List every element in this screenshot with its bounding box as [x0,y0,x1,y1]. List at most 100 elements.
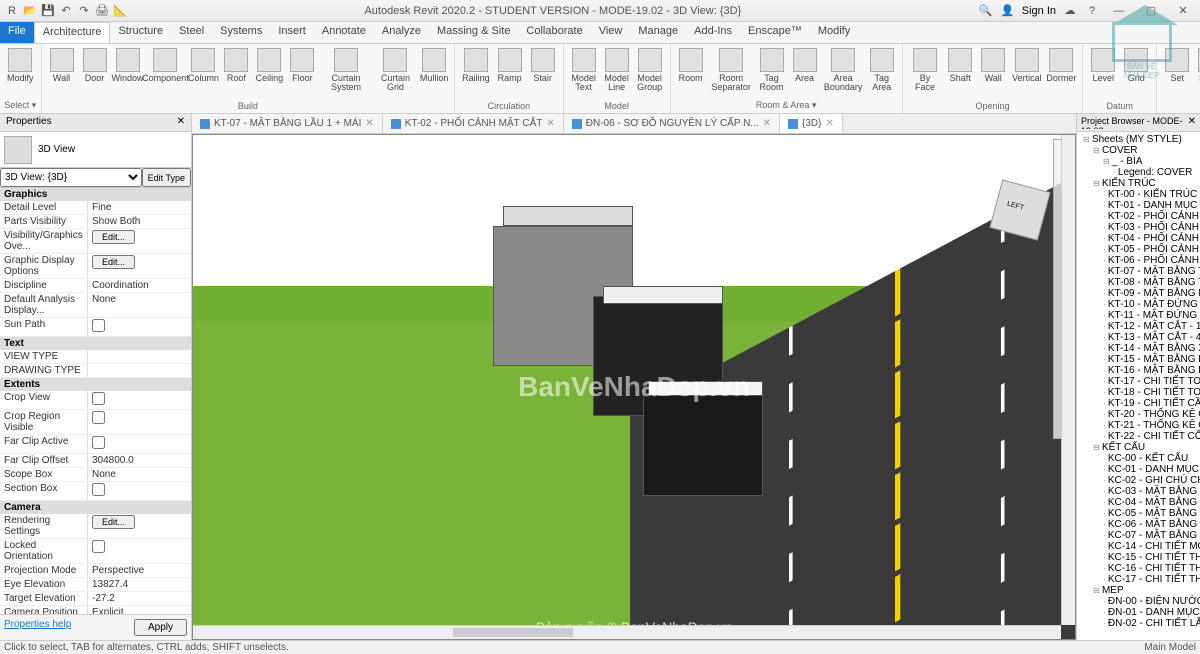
tab-steel[interactable]: Steel [171,22,212,43]
prop-edit-button[interactable]: Edit... [92,230,135,244]
tree-node[interactable]: COVER [1079,145,1198,156]
tree-node[interactable]: KT-00 - KIẾN TRÚC [1079,189,1198,200]
instance-selector[interactable]: 3D View: {3D} [0,168,142,187]
tab-systems[interactable]: Systems [212,22,270,43]
ribbon-areaboundary[interactable]: Area Boundary [822,46,865,99]
apply-button[interactable]: Apply [134,619,187,636]
ribbon-curtaingrid[interactable]: Curtain Grid [374,46,417,100]
ribbon-column[interactable]: Column [187,46,219,100]
prop-value[interactable]: 13827.4 [88,578,191,591]
prop-value[interactable]: Explicit [88,606,191,614]
ribbon-modify[interactable]: Modify [4,46,37,99]
tree-node[interactable]: KT-17 - CHI TIẾT TOILET [1079,376,1198,387]
ribbon-modelline[interactable]: Model Line [601,46,633,100]
prop-value[interactable] [88,364,191,377]
ribbon-modeltext[interactable]: Model Text [568,46,600,100]
user-icon[interactable]: 👤 [1000,3,1016,19]
search-icon[interactable]: 🔍 [978,3,994,19]
tree-node[interactable]: ĐN-01 - DANH MỤC BẢ [1079,607,1198,618]
ribbon-mullion[interactable]: Mullion [418,46,450,100]
tree-node[interactable]: MEP [1079,585,1198,596]
ribbon-vertical[interactable]: Vertical [1010,46,1043,100]
tab-architecture[interactable]: Architecture [34,22,111,43]
prop-section[interactable]: Camera [0,501,191,514]
properties-type-selector[interactable]: 3D View [0,132,191,168]
prop-value[interactable]: -27.2 [88,592,191,605]
tree-node[interactable]: _ - BÌA [1079,156,1198,167]
tree-node[interactable]: KT-10 - MẶT ĐỨNG PH [1079,299,1198,310]
prop-value[interactable] [88,410,191,434]
prop-value[interactable]: None [88,468,191,481]
tab-collaborate[interactable]: Collaborate [518,22,590,43]
prop-checkbox[interactable] [92,392,105,405]
ribbon-wall[interactable]: Wall [977,46,1009,100]
tree-node[interactable]: KT-11 - MẶT ĐỨNG TRA [1079,310,1198,321]
tree-node[interactable]: KT-20 - THỐNG KÊ CỬ [1079,409,1198,420]
prop-checkbox[interactable] [92,411,105,424]
tab-enscape[interactable]: Enscape™ [740,22,810,43]
tree-node[interactable]: KT-12 - MẶT CẮT - 1, 2 [1079,321,1198,332]
tree-node[interactable]: KC-17 - CHI TIẾT THÉP L [1079,574,1198,585]
ribbon-component[interactable]: Component [145,46,187,100]
tree-node[interactable]: KC-00 - KẾT CẤU [1079,453,1198,464]
ribbon-window[interactable]: Window [112,46,144,100]
prop-value[interactable] [88,350,191,363]
tree-node[interactable]: Sheets (MY STYLE) [1079,134,1198,145]
prop-value[interactable]: Perspective [88,564,191,577]
ribbon-railing[interactable]: Railing [459,46,493,100]
ribbon-roof[interactable]: Roof [220,46,252,100]
prop-value[interactable]: Edit... [88,254,191,278]
tab-analyze[interactable]: Analyze [374,22,429,43]
tab-structure[interactable]: Structure [110,22,171,43]
browser-close-icon[interactable]: ✕ [1188,116,1196,129]
prop-section[interactable]: Text [0,337,191,350]
tab-massingsite[interactable]: Massing & Site [429,22,518,43]
ribbon-floor[interactable]: Floor [286,46,318,100]
prop-checkbox[interactable] [92,319,105,332]
ribbon-room[interactable]: Room [675,46,707,99]
tree-node[interactable]: ĐN-00 - ĐIỆN NƯỚC, Đ [1079,596,1198,607]
doctab[interactable]: KT-07 - MẶT BẰNG LẦU 1 + MÁI✕ [192,114,383,133]
prop-section[interactable]: Graphics [0,188,191,201]
ribbon-tagarea[interactable]: Tag Area [866,46,898,99]
tree-node[interactable]: KC-14 - CHI TIẾT MÓN [1079,541,1198,552]
ribbon-area[interactable]: Area [789,46,821,99]
prop-edit-button[interactable]: Edit... [92,255,135,269]
tree-node[interactable]: ĐN-02 - CHI TIẾT LẮP Đ [1079,618,1198,629]
ribbon-wall[interactable]: Wall [46,46,78,100]
tab-manage[interactable]: Manage [630,22,686,43]
measure-icon[interactable]: 📐 [112,3,128,19]
tree-node[interactable]: Legend: COVER [1079,167,1198,178]
tree-node[interactable]: KT-02 - PHỐI CẢNH [1079,211,1198,222]
tree-node[interactable]: KC-06 - MẶT BẰNG DẦ [1079,519,1198,530]
undo-icon[interactable]: ↶ [58,3,74,19]
tree-node[interactable]: KC-02 - GHI CHÚ CHUN [1079,475,1198,486]
tab-annotate[interactable]: Annotate [314,22,374,43]
signin-link[interactable]: Sign In [1022,5,1056,17]
prop-value[interactable]: Edit... [88,514,191,538]
save-icon[interactable]: 💾 [40,3,56,19]
ribbon-dormer[interactable]: Dormer [1045,46,1079,100]
tree-node[interactable]: KT-19 - CHI TIẾT CẦU TH [1079,398,1198,409]
tree-node[interactable]: KT-15 - MẶT BẰNG HO [1079,354,1198,365]
doctab-close-icon[interactable]: ✕ [546,118,554,129]
tree-node[interactable]: KT-16 - MẶT BẰNG HO [1079,365,1198,376]
tree-node[interactable]: KT-21 - THỐNG KÊ CỬ [1079,420,1198,431]
prop-value[interactable] [88,482,191,500]
prop-value[interactable]: None [88,293,191,317]
ribbon-ramp[interactable]: Ramp [494,46,526,100]
ribbon-modelgroup[interactable]: Model Group [634,46,666,100]
tree-node[interactable]: KT-06 - PHỐI CẢNH BÓ [1079,255,1198,266]
cloud-icon[interactable]: ☁ [1062,3,1078,19]
redo-icon[interactable]: ↷ [76,3,92,19]
print-icon[interactable]: 🖨 [94,3,110,19]
prop-section[interactable]: Extents [0,378,191,391]
tree-node[interactable]: KT-22 - CHI TIẾT CỔNG [1079,431,1198,442]
tree-node[interactable]: KC-01 - DANH MỤC BẢ [1079,464,1198,475]
doctab-close-icon[interactable]: ✕ [365,118,373,129]
prop-edit-button[interactable]: Edit... [92,515,135,529]
tree-node[interactable]: KIẾN TRÚC [1079,178,1198,189]
ribbon-stair[interactable]: Stair [527,46,559,100]
tree-node[interactable]: KT-09 - MẶT BẰNG MÁ [1079,288,1198,299]
tree-node[interactable]: KT-14 - MẶT BẰNG XẾ [1079,343,1198,354]
